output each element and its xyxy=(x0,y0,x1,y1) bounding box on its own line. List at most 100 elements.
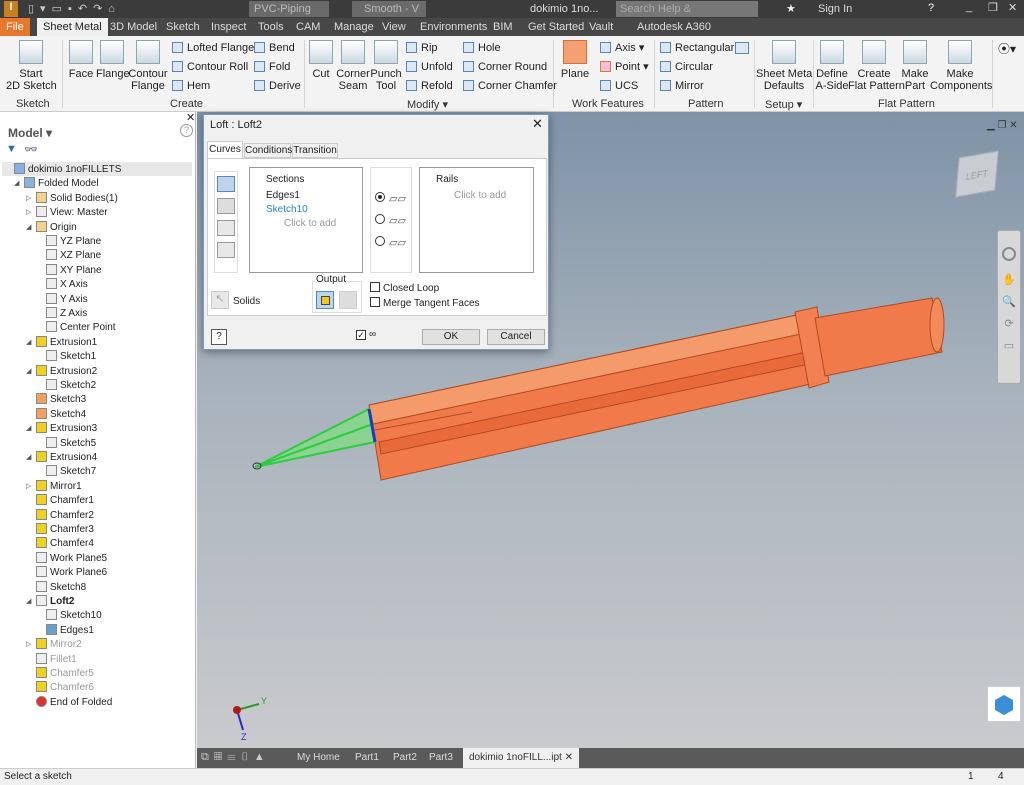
navigation-bar[interactable]: ✋ 🔍 ⟳ ▭ xyxy=(997,230,1021,384)
closed-loop-checkbox[interactable]: Closed Loop xyxy=(370,282,439,294)
browser-node[interactable]: Edges1 xyxy=(46,623,94,638)
unfold-button[interactable]: Unfold xyxy=(406,59,453,75)
corner-chamfer-button[interactable]: Corner Chamfer xyxy=(463,78,557,94)
ribbon-tab-sheet-metal[interactable]: Sheet Metal xyxy=(37,18,108,36)
point-button[interactable]: Point ▾ xyxy=(600,59,649,75)
browser-node[interactable]: Work Plane6 xyxy=(36,566,107,580)
browser-node[interactable]: Z Axis xyxy=(46,307,87,321)
sections-click-to-add[interactable]: Click to add xyxy=(284,218,336,229)
solids-select-button[interactable]: ↖ xyxy=(211,291,229,309)
radio-area-loft[interactable] xyxy=(375,236,385,246)
help-icon[interactable]: ? xyxy=(180,124,193,137)
close-browser-icon[interactable]: ✕ xyxy=(186,111,195,124)
bend-button[interactable]: Bend xyxy=(254,40,295,56)
browser-node[interactable]: Sketch10 xyxy=(46,609,102,623)
ribbon-tab-tools[interactable]: Tools xyxy=(252,18,290,36)
viewport-window-controls[interactable]: ▁ ❐ ✕ xyxy=(987,120,1018,131)
close-button[interactable]: ✕ xyxy=(1008,1,1017,14)
sections-list[interactable]: Sections Edges1 Sketch10 Click to add xyxy=(249,167,363,273)
browser-node[interactable]: ◢ Origin xyxy=(26,220,77,235)
browser-node[interactable]: Chamfer5 xyxy=(36,667,94,681)
section-tool-1-icon[interactable] xyxy=(217,176,235,192)
make-part-button[interactable]: Make Part xyxy=(900,40,930,92)
hole-button[interactable]: Hole xyxy=(463,40,501,56)
dialog-close-button[interactable]: ✕ xyxy=(532,116,543,132)
viewcube[interactable]: LEFT xyxy=(955,150,999,198)
expand-toggle-icon[interactable]: ▷ xyxy=(26,638,31,652)
expand-toggle-icon[interactable]: ◢ xyxy=(26,365,31,379)
browser-node[interactable]: ◢ Loft2 xyxy=(26,595,74,609)
ribbon-tab-vault[interactable]: Vault xyxy=(583,18,619,36)
document-tab[interactable]: Part1 xyxy=(355,748,379,768)
close-tab-icon[interactable]: ✕ xyxy=(562,752,573,763)
browser-node[interactable]: ▷ Solid Bodies(1) xyxy=(26,191,118,206)
browser-node[interactable]: End of Folded xyxy=(36,695,112,710)
browser-node[interactable]: ◢ Folded Model xyxy=(14,177,99,191)
browser-node[interactable]: Sketch1 xyxy=(46,350,96,364)
rectangular-pattern-button[interactable]: Rectangular xyxy=(660,40,734,56)
panel-label-modify[interactable]: Modify ▾ xyxy=(407,98,448,111)
sheet-metal-pattern-icon[interactable] xyxy=(735,42,749,54)
browser-node[interactable]: ◢ Extrusion2 xyxy=(26,364,97,379)
expand-toggle-icon[interactable]: ▷ xyxy=(26,480,31,494)
sheet-metal-defaults-button[interactable]: Sheet Metal Defaults xyxy=(756,40,815,92)
output-solid-button[interactable] xyxy=(316,291,334,309)
preview-checkbox[interactable]: ✓ xyxy=(356,330,366,340)
steering-wheel-icon[interactable] xyxy=(1002,247,1016,261)
fold-button[interactable]: Fold xyxy=(254,59,290,75)
lofted-flange-button[interactable]: Lofted Flange xyxy=(172,40,254,56)
material-dropdown[interactable]: PVC-Piping xyxy=(249,1,329,17)
section-tool-3-icon[interactable] xyxy=(217,220,235,236)
rails-click-to-add[interactable]: Click to add xyxy=(454,190,506,201)
ok-button[interactable]: OK xyxy=(422,329,480,345)
tab-conditions[interactable]: Conditions xyxy=(244,143,292,158)
start-2d-sketch-button[interactable]: Start 2D Sketch xyxy=(6,40,57,92)
contour-flange-button[interactable]: Contour Flange xyxy=(128,40,168,92)
expand-toggle-icon[interactable]: ▷ xyxy=(26,192,31,206)
ribbon-tab-bim[interactable]: BIM xyxy=(487,18,519,36)
browser-node[interactable]: Fillet1 xyxy=(36,652,77,667)
browser-node[interactable]: Sketch8 xyxy=(36,580,86,595)
minimize-button[interactable]: _ xyxy=(966,1,972,13)
ribbon-tab-cam[interactable]: CAM xyxy=(290,18,326,36)
tab-transition[interactable]: Transition xyxy=(292,143,338,158)
expand-toggle-icon[interactable]: ◢ xyxy=(26,422,31,436)
expand-toggle-icon[interactable]: ▷ xyxy=(26,206,31,220)
document-tab[interactable]: Part2 xyxy=(393,748,417,768)
contour-roll-button[interactable]: Contour Roll xyxy=(172,59,248,75)
browser-node[interactable]: ▷ View: Master xyxy=(26,206,108,220)
help-icon[interactable]: ? xyxy=(928,2,934,14)
plane-button[interactable]: Plane xyxy=(560,40,590,80)
expand-toggle-icon[interactable]: ◢ xyxy=(14,177,19,191)
find-binoculars-icon[interactable]: 👓 xyxy=(24,143,38,156)
expand-toggle-icon[interactable]: ◢ xyxy=(26,336,31,350)
appearance-dropdown[interactable]: Smooth - V xyxy=(352,1,426,17)
ribbon-tab-get-started[interactable]: Get Started xyxy=(522,18,590,36)
checkbox[interactable] xyxy=(370,297,380,307)
section-item[interactable]: Edges1 xyxy=(266,190,300,201)
app-logo[interactable]: I xyxy=(4,1,18,17)
browser-node[interactable]: XY Plane xyxy=(46,263,102,278)
browser-node[interactable]: Chamfer6 xyxy=(36,681,94,695)
merge-tangent-faces-checkbox[interactable]: Merge Tangent Faces xyxy=(370,297,480,309)
ribbon-tab-autodesk-a360[interactable]: Autodesk A360 xyxy=(631,18,717,36)
ribbon-tab-manage[interactable]: Manage xyxy=(328,18,380,36)
output-surface-button[interactable] xyxy=(339,291,357,309)
share-button[interactable] xyxy=(987,686,1021,722)
browser-node[interactable]: ▷ Mirror2 xyxy=(26,638,82,652)
checkbox[interactable] xyxy=(370,282,380,292)
ribbon-options-icon[interactable]: ⦿▾ xyxy=(998,40,1016,57)
panel-label-setup[interactable]: Setup ▾ xyxy=(765,98,802,111)
ribbon-tab-view[interactable]: View xyxy=(376,18,412,36)
search-help-input[interactable]: Search Help & Commands... xyxy=(616,1,758,31)
create-flat-pattern-button[interactable]: Create Flat Pattern xyxy=(848,40,905,92)
browser-node[interactable]: Chamfer4 xyxy=(36,537,94,551)
ribbon-tab-inspect[interactable]: Inspect xyxy=(205,18,252,36)
hem-button[interactable]: Hem xyxy=(172,78,210,94)
expand-toggle-icon[interactable]: ◢ xyxy=(26,451,31,465)
expand-toggle-icon[interactable]: ◢ xyxy=(26,595,31,609)
radio-rails[interactable] xyxy=(375,192,385,202)
ucs-button[interactable]: UCS xyxy=(600,78,638,94)
browser-node[interactable]: Center Point xyxy=(46,321,116,335)
derive-button[interactable]: Derive xyxy=(254,78,301,94)
